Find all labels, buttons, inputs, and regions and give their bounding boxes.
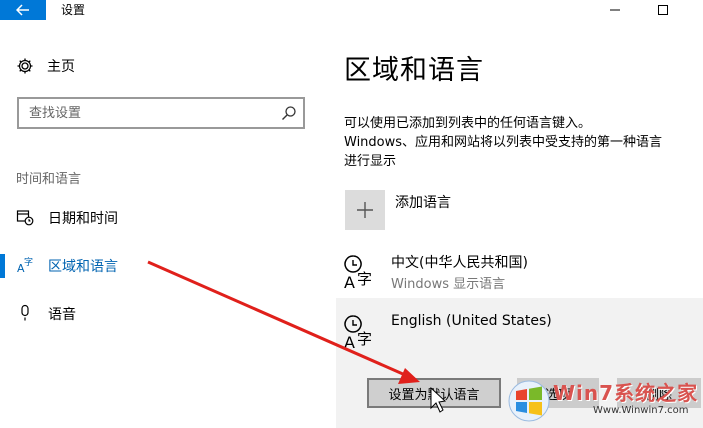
plus-icon [345,190,385,230]
title-bar: 设置 [0,0,703,20]
language-icon: A 字 [344,254,380,292]
sidebar: 主页 时间和语言 日期和时间 A 字 区域和语言 [0,20,323,428]
sidebar-item-region-language[interactable]: A 字 区域和语言 [0,250,323,280]
language-icon: A 字 [344,314,380,352]
language-subtitle: Windows 显示语言 [391,277,506,292]
sidebar-item-date-time[interactable]: 日期和时间 [0,202,323,232]
selection-indicator [0,254,5,278]
watermark-url: Www.Winwin7.com [593,405,689,416]
minimize-icon [610,9,620,11]
sidebar-item-label: 日期和时间 [48,211,118,227]
language-name: English (United States) [391,313,552,329]
language-item-chinese[interactable]: A 字 中文(中华人民共和国) Windows 显示语言 [336,248,703,296]
description-line: 可以使用已添加到列表中的任何语言键入。 [344,116,592,131]
nav-home-label: 主页 [47,59,75,75]
watermark-brand: Win7系统之家 [553,381,699,405]
page-title: 区域和语言 [344,55,484,86]
sidebar-item-label: 区域和语言 [48,259,118,275]
maximize-button[interactable] [640,0,686,20]
region-language-icon: A 字 [16,256,34,274]
sidebar-item-speech[interactable]: 语音 [0,298,323,328]
svg-text:字: 字 [357,330,372,348]
description-line: Windows、应用和网站将以列表中受支持的第一种语言 [344,135,663,150]
description-line: 进行显示 [344,154,397,169]
svg-text:A: A [344,333,355,352]
search-input[interactable] [29,104,269,122]
minimize-button[interactable] [592,0,638,20]
calendar-clock-icon [16,208,34,226]
arrow-left-icon [16,4,29,16]
set-default-button[interactable]: 设置为默认语言 [367,378,501,408]
back-button[interactable] [0,0,46,20]
svg-text:字: 字 [357,270,372,288]
description: 可以使用已添加到列表中的任何语言键入。 Windows、应用和网站将以列表中受支… [344,114,703,171]
svg-text:字: 字 [24,256,33,268]
windows-logo-icon [508,380,550,422]
window-title: 设置 [61,3,86,17]
search-icon [282,106,296,120]
sidebar-item-label: 语音 [48,307,76,323]
maximize-icon [658,5,668,15]
search-box[interactable] [17,97,305,129]
add-language-label: 添加语言 [395,195,451,211]
microphone-icon [16,304,34,322]
svg-text:A: A [344,273,355,292]
main-content: 区域和语言 可以使用已添加到列表中的任何语言键入。 Windows、应用和网站将… [323,20,703,428]
group-heading: 时间和语言 [16,172,82,187]
watermark: Win7系统之家 Www.Winwin7.com [505,375,703,427]
add-language-button[interactable]: 添加语言 [345,190,451,230]
gear-icon [17,58,33,74]
nav-home[interactable]: 主页 [16,54,75,78]
language-name: 中文(中华人民共和国) [391,255,528,271]
